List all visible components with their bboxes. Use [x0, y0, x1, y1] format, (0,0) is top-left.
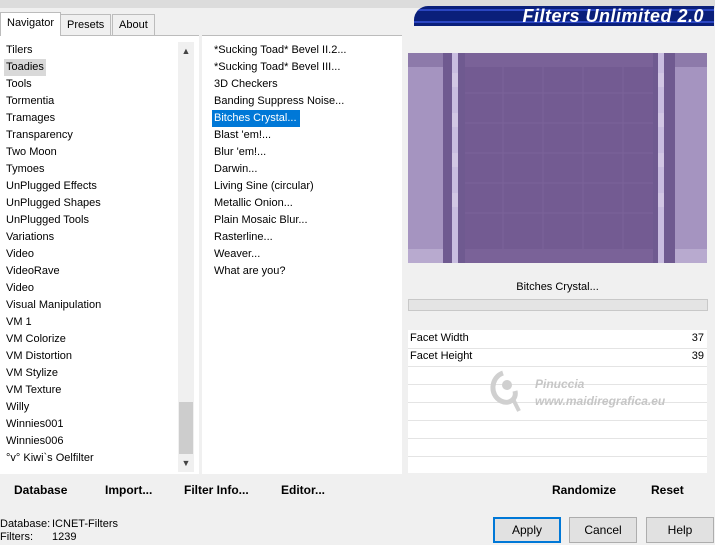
category-item[interactable]: Two Moon — [6, 144, 57, 161]
category-item[interactable]: UnPlugged Shapes — [6, 195, 101, 212]
category-item[interactable]: Toadies — [4, 59, 46, 76]
editor-button[interactable]: Editor... — [281, 482, 325, 498]
category-item[interactable]: Winnies001 — [6, 416, 63, 433]
filter-item[interactable]: Rasterline... — [214, 229, 273, 246]
randomize-button[interactable]: Randomize — [552, 482, 616, 498]
filter-item[interactable]: Living Sine (circular) — [214, 178, 314, 195]
param-row-empty — [408, 420, 707, 439]
filter-item[interactable]: Weaver... — [214, 246, 260, 263]
category-item[interactable]: Winnies006 — [6, 433, 63, 450]
scroll-down-arrow-icon[interactable]: ▼ — [178, 454, 194, 472]
watermark-text: Pinuccia — [535, 377, 585, 391]
category-item[interactable]: Visual Manipulation — [6, 297, 101, 314]
apply-button[interactable]: Apply — [493, 517, 561, 543]
filter-item[interactable]: Banding Suppress Noise... — [214, 93, 344, 110]
banner-title: Filters Unlimited 2.0 — [522, 6, 704, 26]
category-item[interactable]: Tilers — [6, 42, 32, 59]
category-item[interactable]: Video — [6, 280, 34, 297]
scroll-up-arrow-icon[interactable]: ▲ — [178, 42, 194, 60]
filter-item[interactable]: *Sucking Toad* Bevel II.2... — [214, 42, 347, 59]
preview-image — [408, 53, 707, 263]
category-item[interactable]: Tormentia — [6, 93, 54, 110]
category-item[interactable]: Transparency — [6, 127, 73, 144]
param-label: Facet Height — [410, 350, 473, 362]
param-row-empty — [408, 438, 707, 457]
param-label: Facet Width — [410, 332, 469, 344]
database-label: Database: — [0, 518, 51, 530]
filters-unlimited-banner: Filters Unlimited 2.0 — [414, 6, 714, 26]
category-item[interactable]: °v° Kiwi`s Oelfilter — [6, 450, 94, 467]
category-item[interactable]: Tools — [6, 76, 32, 93]
reset-button[interactable]: Reset — [651, 482, 684, 498]
filter-item[interactable]: Blur 'em!... — [214, 144, 266, 161]
filter-item[interactable]: Darwin... — [214, 161, 257, 178]
tab-about[interactable]: About — [112, 14, 155, 35]
filter-item[interactable]: Metallic Onion... — [214, 195, 293, 212]
category-item[interactable]: VM Stylize — [6, 365, 58, 382]
progress-bar — [408, 299, 708, 311]
watermark-logo-icon — [490, 370, 521, 412]
filter-item[interactable]: Plain Mosaic Blur... — [214, 212, 308, 229]
category-item[interactable]: UnPlugged Tools — [6, 212, 89, 229]
current-filter-name: Bitches Crystal... — [408, 276, 707, 298]
category-item[interactable]: Willy — [6, 399, 29, 416]
category-item[interactable]: VM Texture — [6, 382, 61, 399]
category-item[interactable]: VideoRave — [6, 263, 60, 280]
filter-item[interactable]: Bitches Crystal... — [212, 110, 300, 127]
category-item[interactable]: VM Colorize — [6, 331, 66, 348]
filter-item[interactable]: 3D Checkers — [214, 76, 278, 93]
category-item[interactable]: Tymoes — [6, 161, 45, 178]
category-item[interactable]: Video — [6, 246, 34, 263]
filter-item[interactable]: What are you? — [214, 263, 286, 280]
database-button[interactable]: Database — [14, 482, 67, 498]
database-value: ICNET-Filters — [52, 518, 118, 530]
import-button[interactable]: Import... — [105, 482, 152, 498]
category-item[interactable]: Variations — [6, 229, 54, 246]
param-row-facet-width[interactable]: Facet Width 37 — [408, 330, 707, 349]
filters-count-label: Filters: — [0, 531, 33, 543]
filter-item[interactable]: *Sucking Toad* Bevel III... — [214, 59, 340, 76]
param-value: 39 — [691, 350, 704, 362]
filters-count-value: 1239 — [52, 531, 77, 543]
cancel-button[interactable]: Cancel — [569, 517, 637, 543]
category-item[interactable]: UnPlugged Effects — [6, 178, 97, 195]
filter-item[interactable]: Blast 'em!... — [214, 127, 271, 144]
watermark-url: www.maidiregrafica.eu — [535, 394, 666, 408]
scroll-thumb[interactable] — [179, 402, 193, 454]
category-item[interactable]: Tramages — [6, 110, 55, 127]
filter-info-button[interactable]: Filter Info... — [184, 482, 249, 498]
param-value: 37 — [691, 332, 704, 344]
tab-presets[interactable]: Presets — [60, 14, 112, 35]
category-item[interactable]: VM 1 — [6, 314, 32, 331]
tab-navigator[interactable]: Navigator — [0, 12, 62, 36]
category-item[interactable]: VM Distortion — [6, 348, 72, 365]
help-button[interactable]: Help — [646, 517, 714, 543]
watermark: Pinuccia www.maidiregrafica.eu — [483, 365, 713, 415]
